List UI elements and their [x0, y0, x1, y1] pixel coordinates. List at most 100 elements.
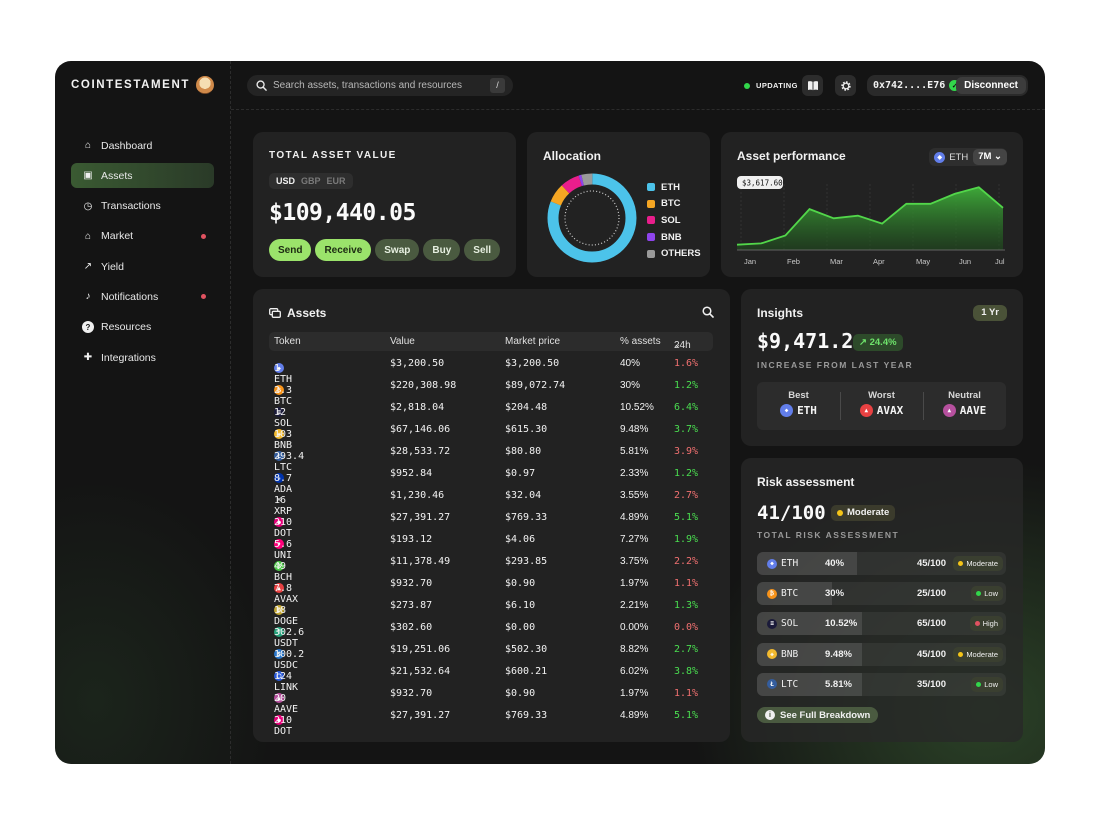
risk-level-dot	[974, 621, 980, 627]
worst-token: Worst ▲ AVAX	[840, 382, 923, 430]
table-row[interactable]: ⬡ 124 LINK $21,532.64 $600.21 6.02% 3.8%	[269, 661, 713, 693]
table-row[interactable]: ▲ 20 AAVE $932.70 $0.90 1.97% 1.1%	[269, 683, 713, 715]
allocation-title: Allocation	[543, 149, 602, 163]
sidebar-item-dashboard[interactable]: ⌂ Dashboard	[71, 133, 214, 158]
sidebar-item-transactions[interactable]: ◷ Transactions	[71, 194, 214, 219]
home-icon: ⌂	[84, 140, 92, 151]
book-icon	[807, 81, 818, 91]
disconnect-button[interactable]: Disconnect	[956, 77, 1026, 94]
table-row[interactable]: ▲ 7.8 AVAX $932.70 $0.90 1.97% 1.1%	[269, 573, 713, 605]
col-token[interactable]: Token	[274, 336, 301, 347]
send-button[interactable]: Send	[269, 239, 312, 261]
currency-gbp[interactable]: GBP	[298, 176, 324, 186]
see-full-breakdown-button[interactable]: i See Full Breakdown	[757, 707, 879, 723]
sidebar-item-assets[interactable]: ▣ Assets	[71, 163, 214, 189]
table-row[interactable]: Ł 293.4 LTC $28,533.72 $80.80 5.81% 3.9%	[269, 441, 713, 473]
help-icon: ?	[82, 321, 94, 334]
table-row[interactable]: ◈ 103 BNB $67,146.06 $615.30 9.48% 3.7%	[269, 419, 713, 451]
risk-row-eth[interactable]: ◆ ETH 40% 45/100 Moderate	[757, 552, 1006, 575]
pct-assets-cell: 1.97%	[620, 688, 649, 699]
table-row[interactable]: ● 210 DOT $27,391.27 $769.33 4.89% 5.1%	[269, 705, 713, 737]
allocation-card: Allocation ETH BTC SOL BNB OTHERS	[527, 132, 710, 277]
risk-share: 30%	[825, 588, 845, 600]
pct-assets-cell: 6.02%	[620, 666, 649, 677]
risk-row-ltc[interactable]: Ł LTC 5.81% 35/100 Low	[757, 672, 1006, 696]
insights-period-button[interactable]: 1 Yr	[973, 305, 1007, 321]
risk-share: 40%	[825, 558, 845, 569]
currency-switcher: USD GBP EUR	[269, 173, 353, 189]
sidebar-item-yield[interactable]: ↗ Yield	[71, 254, 214, 279]
bell-icon: ♪	[85, 291, 91, 303]
table-row[interactable]: ≡ 12 SOL $2,818.04 $204.48 10.52% 6.4%	[269, 397, 713, 429]
user-avatar[interactable]	[196, 76, 214, 94]
performance-selector[interactable]: ◆ ETH 7M ⌄	[929, 148, 1007, 166]
value-cell: $932.70	[390, 688, 433, 699]
market-price-cell: $0.00	[505, 622, 536, 633]
sidebar-item-notifications[interactable]: ♪ Notifications	[71, 284, 214, 309]
assets-icon: ▣	[83, 170, 93, 182]
search-input[interactable]	[273, 80, 488, 91]
risk-row-btc[interactable]: ₿ BTC 30% 25/100 Low	[757, 582, 1006, 606]
table-row[interactable]: ✳ 8.7 ADA $952.84 $0.97 2.33% 1.2%	[269, 463, 713, 495]
avax-icon: ▲	[859, 404, 873, 417]
insights-change-badge: ↗ 24.4%	[853, 334, 903, 351]
puzzle-icon: ✚	[83, 352, 93, 364]
table-row[interactable]: T 302.6 USDT $302.60 $0.00 0.00% 0.0%	[269, 617, 713, 649]
market-price-cell: $6.10	[505, 600, 536, 611]
market-price-cell: $293.85	[505, 556, 548, 567]
notification-dot	[201, 294, 206, 300]
search-bar[interactable]: /	[247, 75, 513, 96]
status-dot	[744, 82, 750, 89]
change-24h-cell: 1.2%	[674, 468, 699, 479]
table-row[interactable]: ₿ 49 BCH $11,378.49 $293.85 3.75% 2.2%	[269, 551, 713, 583]
legend-swatch	[647, 249, 655, 258]
col-market-price[interactable]: Market price	[505, 336, 560, 347]
search-icon	[702, 306, 714, 318]
assets-search-button[interactable]	[702, 306, 714, 321]
value-cell: $193.12	[390, 534, 433, 545]
donut-inner-ring	[564, 190, 620, 246]
buy-button[interactable]: Buy	[423, 239, 461, 261]
table-row[interactable]: $100.2 USDC $19,251.06 $502.30 8.82% 2.7%	[269, 639, 713, 671]
currency-eur[interactable]: EUR	[324, 176, 349, 186]
range-dropdown[interactable]: 7M ⌄	[973, 149, 1007, 165]
settings-button[interactable]	[835, 75, 856, 96]
currency-usd[interactable]: USD	[273, 176, 298, 186]
col-pct-assets[interactable]: % assets	[620, 336, 661, 347]
x-tick-label: Feb	[787, 257, 800, 266]
risk-share: 10.52%	[825, 618, 858, 630]
token-amount: 210 DOT	[274, 715, 293, 737]
receive-button[interactable]: Receive	[315, 239, 372, 261]
best-label: Best	[788, 390, 809, 401]
col-value[interactable]: Value	[390, 336, 415, 347]
table-row[interactable]: ● 210 DOT $27,391.27 $769.33 4.89% 5.1%	[269, 507, 713, 539]
pct-assets-cell: 8.82%	[620, 644, 649, 655]
docs-button[interactable]	[802, 75, 823, 96]
sidebar-item-integrations[interactable]: ✚ Integrations	[71, 345, 214, 370]
wallet-address[interactable]: 0x742....E76	[873, 80, 945, 91]
legend-label: SOL	[661, 214, 681, 226]
sidebar-item-market[interactable]: ⌂ Market	[71, 224, 214, 249]
market-price-cell: $502.30	[505, 644, 548, 655]
value-cell: $1,230.46	[390, 490, 445, 501]
table-row[interactable]: ♦ 5.6 UNI $193.12 $4.06 7.27% 1.9%	[269, 529, 713, 561]
neutral-token-name: AAVE	[959, 404, 987, 417]
change-24h-cell: 1.3%	[674, 600, 699, 611]
table-row[interactable]: Ð 18 DOGE $273.87 $6.10 2.21% 1.3%	[269, 595, 713, 627]
table-row[interactable]: ₿ 2.3 BTC $220,308.98 $89,072.74 30% 1.2%	[269, 375, 713, 407]
risk-token-level: Low	[971, 586, 1003, 602]
tooltip-value: $3,617.60	[742, 179, 783, 188]
risk-row-sol[interactable]: ≡ SOL 10.52% 65/100 High	[757, 612, 1006, 636]
market-price-cell: $615.30	[505, 424, 548, 435]
sell-button[interactable]: Sell	[464, 239, 501, 261]
table-row[interactable]: ✕ 16 XRP $1,230.46 $32.04 3.55% 2.7%	[269, 485, 713, 517]
risk-level-dot	[976, 591, 982, 597]
risk-row-bnb[interactable]: ◈ BNB 9.48% 45/100 Moderate	[757, 642, 1006, 666]
risk-token: ≡ SOL	[767, 618, 798, 629]
change-24h-cell: 1.9%	[674, 534, 699, 545]
market-price-cell: $769.33	[505, 710, 548, 721]
table-row[interactable]: ◆ 1 ETH $3,200.50 $3,200.50 40% 1.6%	[269, 353, 713, 385]
sidebar-item-resources[interactable]: ? Resources	[71, 315, 214, 340]
risk-token: ◆ ETH	[767, 558, 798, 569]
swap-button[interactable]: Swap	[375, 239, 420, 261]
